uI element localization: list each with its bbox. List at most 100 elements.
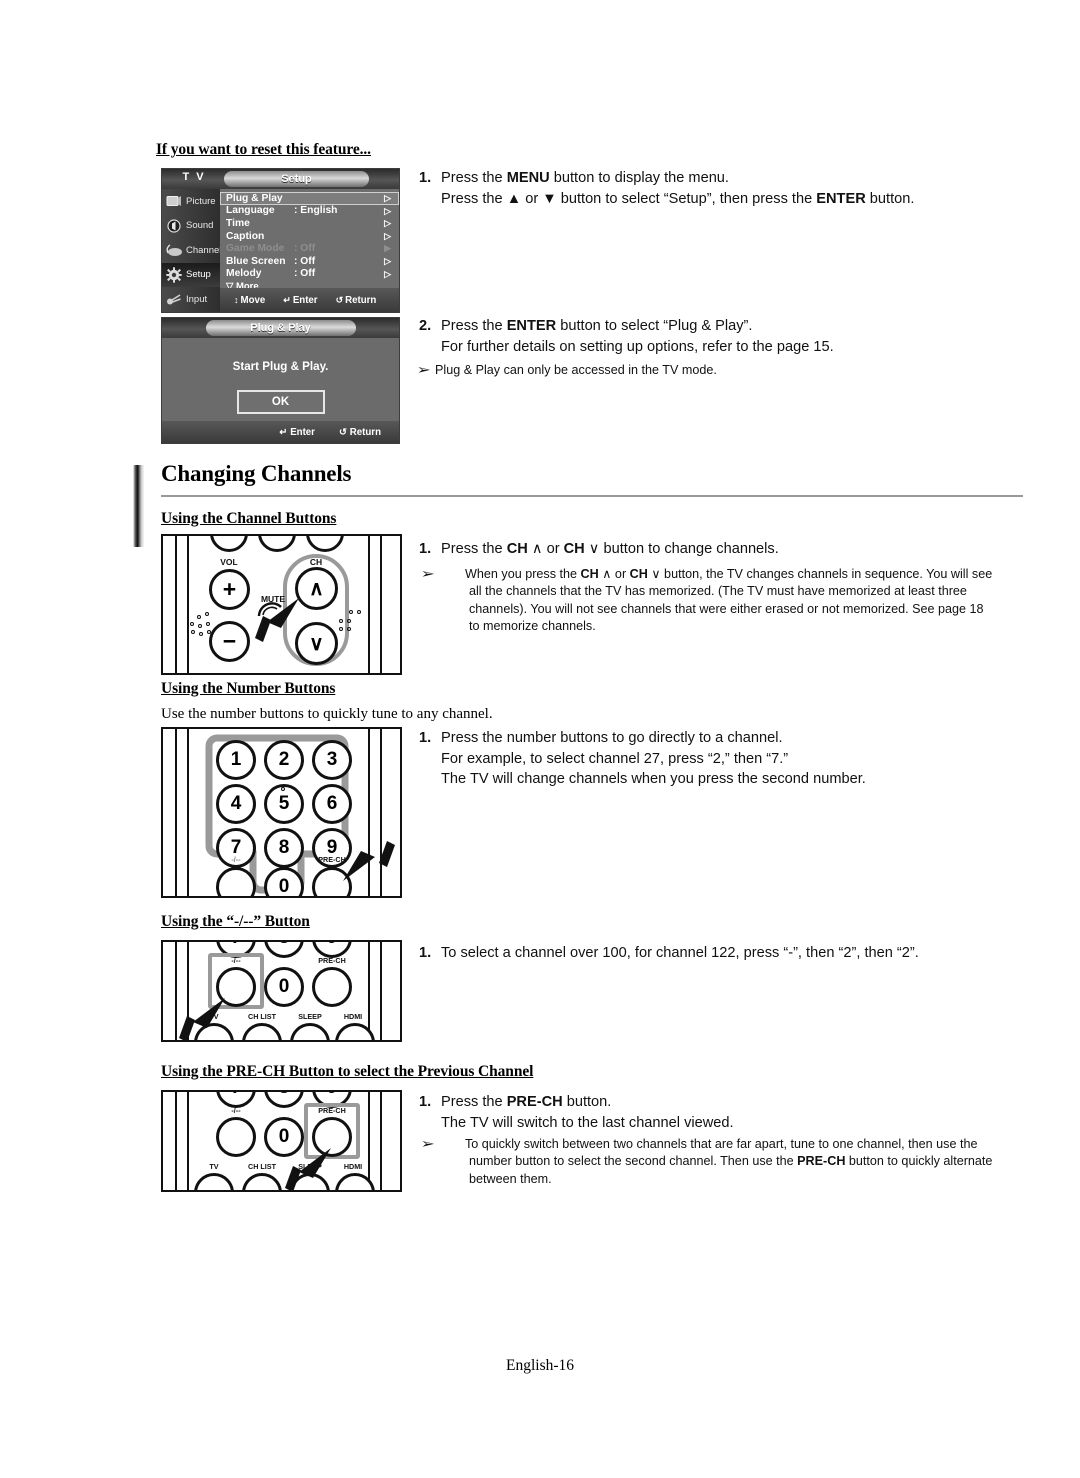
osd-row-game-mode: Game Mode : Off ▶	[220, 242, 399, 255]
step-line-3: The TV will change channels when you pre…	[441, 771, 866, 787]
step-number: 1.	[419, 541, 432, 557]
prech-button-label: PRE-CH	[318, 1106, 346, 1115]
sleep-button-label: SLEEP	[298, 1012, 322, 1021]
remote-edge-rail-right-a	[368, 536, 370, 673]
vol-label: VOL	[220, 557, 238, 567]
number-key-4[interactable]: 4	[216, 784, 256, 824]
section-divider	[161, 495, 1023, 497]
section-accent-bar	[133, 465, 144, 547]
remote-edge-rail-left-b	[187, 729, 189, 896]
pp-hint-enter: ↵ Enter	[279, 427, 315, 438]
picture-icon	[164, 193, 184, 209]
osd-row-caption[interactable]: Caption ▷	[220, 230, 399, 243]
reset-note-text: Plug & Play can only be accessed in the …	[435, 363, 717, 377]
step-line-1: Press the PRE-CH button.	[441, 1094, 612, 1110]
channel-buttons-heading: Using the Channel Buttons	[161, 510, 337, 527]
osd-row-label: Plug & Play	[226, 192, 283, 204]
setup-gear-icon	[164, 267, 184, 283]
ch-list-button-label: CH LIST	[248, 1012, 276, 1021]
remote-top-button-1[interactable]	[210, 536, 248, 552]
bullet-arrow-icon: ➢	[420, 1136, 435, 1151]
enter-arrow-icon: ↵	[279, 426, 288, 438]
remote-top-button-2[interactable]	[258, 536, 296, 552]
sidebar-item-input[interactable]: Input	[162, 287, 220, 312]
reset-note: ➢ Plug & Play can only be accessed in the…	[417, 361, 979, 379]
step-number: 2.	[419, 318, 432, 334]
step-line-2: For example, to select channel 27, press…	[441, 750, 789, 767]
chevron-right-icon: ▷	[384, 193, 391, 203]
tv-osd-setup-menu: T V Setup Picture Sound Channel Setup In…	[161, 168, 400, 313]
prech-button[interactable]	[312, 967, 352, 1007]
pp-hint-enter-label: Enter	[290, 426, 315, 438]
number-key-3[interactable]: 3	[312, 740, 352, 780]
number-key-8[interactable]: 8	[264, 942, 304, 958]
osd-row-label: Melody	[226, 268, 262, 280]
prech-button-note: ➢ To quickly switch between two channels …	[420, 1135, 997, 1188]
number-key-6[interactable]: 6	[312, 784, 352, 824]
number-key-8[interactable]: 8	[264, 1092, 304, 1108]
osd-row-plug-play[interactable]: Plug & Play ▷	[220, 192, 399, 205]
osd-hint-move-label: Move	[240, 294, 266, 306]
step-line-2: Press the ▲ or ▼ button to select “Setup…	[441, 190, 915, 207]
number-key-2[interactable]: 2	[264, 740, 304, 780]
number-buttons-intro: Use the number buttons to quickly tune t…	[161, 706, 493, 722]
remote-edge-rail-right-b	[380, 536, 382, 673]
remote-illustration-prech-button: 7 8 9 -/-- PRE-CH 0 TV CH LIST SLEEP HDM…	[161, 1090, 402, 1192]
remote-edge-rail-left-a	[175, 536, 177, 673]
sidebar-label-setup: Setup	[186, 269, 211, 281]
chevron-right-icon: ▷	[384, 218, 391, 229]
plug-play-dialog: Plug & Play Start Plug & Play. OK ↵ Ente…	[161, 317, 400, 444]
remote-top-button-3[interactable]	[306, 536, 344, 552]
osd-footer-hints: ↕ Move ↵ Enter ↺ Return	[220, 288, 399, 312]
osd-row-label: Blue Screen	[226, 255, 286, 267]
ch-list-button[interactable]	[242, 1023, 282, 1040]
ch-label: CH	[309, 557, 323, 567]
step-line-1: Press the MENU button to display the men…	[441, 170, 729, 186]
dash-button-heading: Using the “-/--” Button	[161, 913, 310, 930]
osd-row-language[interactable]: Language : English ▷	[220, 205, 399, 218]
plug-play-ok-button[interactable]: OK	[236, 390, 325, 414]
plug-play-message: Start Plug & Play.	[232, 360, 329, 373]
remote-edge-rail-right-b	[380, 942, 382, 1040]
pp-hint-return: ↺ Return	[339, 427, 381, 438]
dash-button-label: -/--	[231, 956, 241, 965]
remote-illustration-channel-buttons: VOL CH + − ∧ ∨ MUTE	[161, 534, 402, 675]
sleep-button[interactable]	[290, 1023, 330, 1040]
sidebar-label-input: Input	[186, 293, 208, 305]
number-key-1[interactable]: 1	[216, 740, 256, 780]
dash-button-label: -/--	[231, 1106, 241, 1115]
osd-row-label: Language	[226, 205, 275, 217]
osd-hint-return: ↺ Return	[336, 295, 377, 306]
sidebar-item-setup[interactable]: Setup	[162, 262, 220, 287]
number-key-8[interactable]: 8	[264, 828, 304, 868]
remote-edge-rail-left-b	[187, 1092, 189, 1190]
step-number: 1.	[419, 1094, 432, 1110]
sidebar-label-picture: Picture	[186, 195, 216, 207]
reset-step-2: 2. Press the ENTER button to select “Plug…	[419, 316, 979, 357]
sidebar-item-sound[interactable]: Sound	[162, 214, 220, 239]
osd-row-melody[interactable]: Melody : Off ▷	[220, 268, 399, 281]
remote-illustration-dash-button: 7 8 9 -/-- PRE-CH 0 TV CH LIST SLEEP HDM…	[161, 940, 402, 1042]
pointer-arrow-icon	[255, 598, 299, 642]
pointer-arrow-icon	[343, 841, 395, 881]
remote-edge-rail-right-a	[368, 942, 370, 1040]
osd-row-time[interactable]: Time ▷	[220, 217, 399, 230]
channel-icon	[164, 242, 184, 258]
step-number: 1.	[419, 170, 432, 186]
osd-row-label: Game Mode	[226, 243, 285, 255]
osd-tv-label: T V	[182, 171, 206, 183]
sidebar-item-picture[interactable]: Picture	[162, 189, 220, 214]
tv-button-label: TV	[209, 1162, 219, 1171]
prech-button-heading: Using the PRE-CH Button to select the Pr…	[161, 1063, 534, 1080]
remote-edge-rail-left-b	[187, 536, 189, 673]
number-key-0[interactable]: 0	[264, 967, 304, 1007]
step-line-1: Press the number buttons to go directly …	[441, 730, 783, 746]
number-buttons-step: 1. Press the number buttons to go directl…	[419, 728, 979, 790]
page-title: Changing Channels	[161, 461, 352, 486]
osd-row-blue-screen[interactable]: Blue Screen : Off ▷	[220, 255, 399, 268]
tv-button[interactable]	[194, 1173, 234, 1190]
remote-edge-rail-right-b	[380, 1092, 382, 1190]
dash-button[interactable]	[216, 1117, 256, 1157]
chevron-right-icon: ▷	[384, 205, 391, 216]
sidebar-item-channel[interactable]: Channel	[162, 238, 221, 263]
